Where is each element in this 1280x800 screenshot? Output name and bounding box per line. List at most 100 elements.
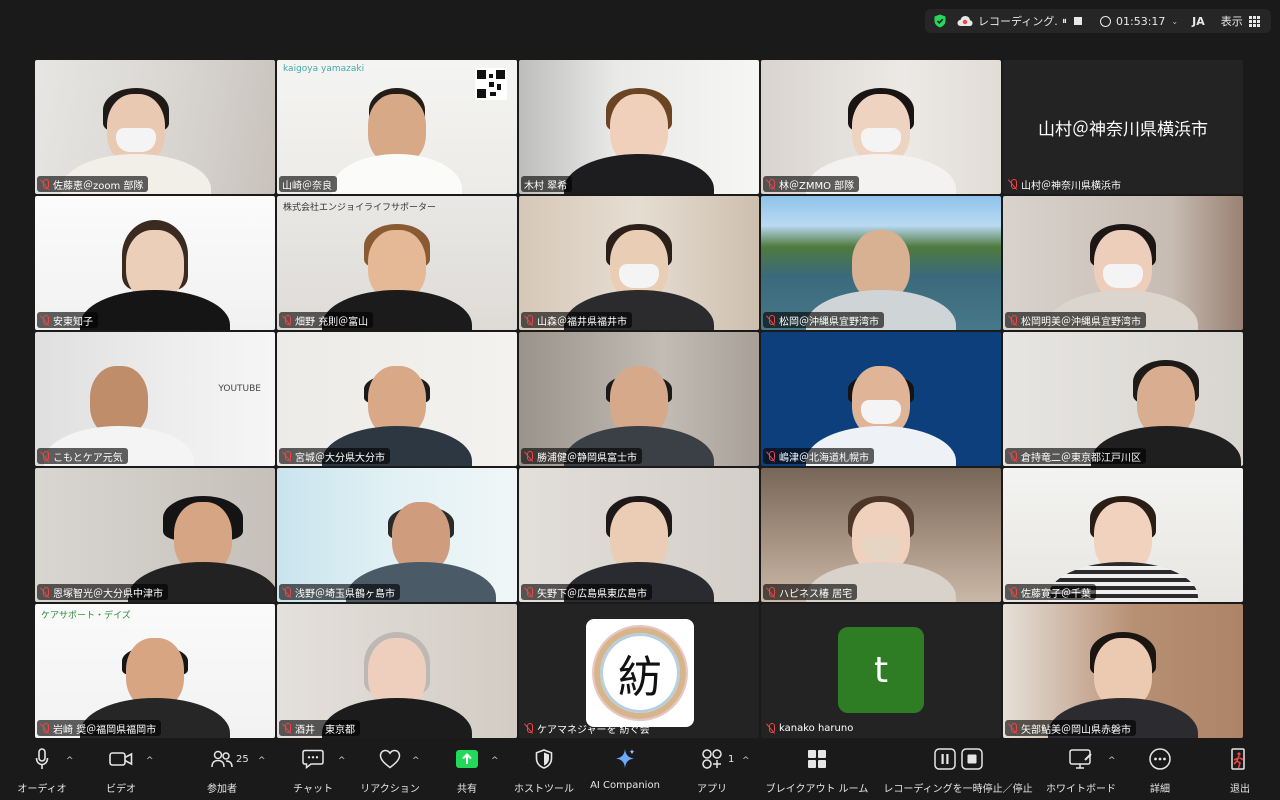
participant-tile[interactable]: 株式会社エンジョイライフサポーター 畑野 充則＠富山 (277, 196, 517, 330)
meeting-status-bar: レコーディング... ⏸ 01:53:17 ⌄ JA 表示 (0, 0, 1280, 40)
participant-tile[interactable]: 酒井 東京都 (277, 604, 517, 738)
participant-name-tag: 倉持竜二＠東京都江戸川区 (1005, 448, 1146, 464)
avatar: t (838, 627, 924, 713)
whiteboard-icon (1069, 749, 1092, 769)
participant-tile[interactable]: 松岡＠沖縄県宜野湾市 (761, 196, 1001, 330)
participant-name-tag: 矢野下＠広島県東広島市 (521, 584, 652, 600)
participant-tile-video-off[interactable]: t kanako haruno (761, 604, 1001, 738)
participant-name-tag: 宮城＠大分県大分市 (279, 448, 390, 464)
video-camera-icon (109, 752, 133, 766)
share-options-caret-icon[interactable]: ^ (491, 756, 499, 766)
participants-icon (211, 750, 233, 768)
recording-control-button[interactable]: レコーディングを一時停止／停止 (880, 744, 1036, 800)
audio-button[interactable]: オーディオ (14, 744, 70, 800)
mic-muted-icon (1008, 586, 1018, 598)
mic-muted-icon (1008, 722, 1018, 734)
participant-tile[interactable]: 矢野下＠広島県東広島市 (519, 468, 759, 602)
video-gallery: 佐藤恵＠zoom 部隊 kaigoya yamazaki 山崎＠奈良 木村 翠希… (35, 60, 1245, 740)
apps-options-caret-icon[interactable]: ^ (742, 756, 750, 766)
host-tools-button[interactable]: ホストツール (510, 744, 578, 800)
more-options-icon (1149, 748, 1171, 770)
participant-tile[interactable]: 宮城＠大分県大分市 (277, 332, 517, 466)
exit-door-icon (1231, 748, 1245, 770)
stop-recording-icon[interactable] (1074, 17, 1082, 25)
participant-name-tag: 矢部鮎美＠岡山県赤磐市 (1005, 720, 1136, 736)
ai-companion-button[interactable]: AI Companion (586, 744, 664, 800)
more-button[interactable]: 詳細 (1140, 744, 1180, 800)
mic-muted-icon (524, 586, 534, 598)
mic-muted-icon (40, 178, 50, 190)
participant-name-tag: 酒井 東京都 (279, 720, 360, 736)
mic-muted-icon (524, 722, 534, 734)
participant-name-tag: 浅野＠埼玉県鶴ヶ島市 (279, 584, 400, 600)
participant-tile[interactable]: ケアサポート・デイズ 岩崎 奨＠福岡県福岡市 (35, 604, 275, 738)
participant-tile[interactable]: ハピネス椿 居宅 (761, 468, 1001, 602)
participant-tile[interactable]: YOUTUBE こもとケア元気 (35, 332, 275, 466)
chat-button[interactable]: チャット (288, 744, 338, 800)
virtual-background-banner: 株式会社エンジョイライフサポーター (283, 203, 437, 213)
chat-bubble-icon (302, 749, 324, 769)
participant-display-name: 山村＠神奈川県横浜市 (1038, 120, 1208, 140)
clock-icon (1100, 15, 1111, 27)
participants-button[interactable]: 参加者 (196, 744, 248, 800)
participant-name-tag: 松岡明美＠沖縄県宜野湾市 (1005, 312, 1146, 328)
participant-tile[interactable]: 勝浦健＠静岡県富士市 (519, 332, 759, 466)
participant-name-tag: 勝浦健＠静岡県富士市 (521, 448, 642, 464)
profile-picture: 紡 (586, 619, 694, 727)
participant-name-tag: 恩塚智光＠大分県中津市 (37, 584, 168, 600)
encryption-shield-icon[interactable] (933, 14, 947, 28)
participant-name-tag: ケアマネジャーを 紡ぐ会 (521, 720, 655, 736)
mic-muted-icon (40, 450, 50, 462)
participant-tile[interactable]: 矢部鮎美＠岡山県赤磐市 (1003, 604, 1243, 738)
participant-tile-active-speaker[interactable]: kaigoya yamazaki 山崎＠奈良 (277, 60, 517, 194)
participant-tile-video-off[interactable]: 山村＠神奈川県横浜市 山村＠神奈川県横浜市 (1003, 60, 1243, 194)
participant-tile-video-off[interactable]: 紡 ケアマネジャーを 紡ぐ会 (519, 604, 759, 738)
whiteboard-options-caret-icon[interactable]: ^ (1108, 756, 1116, 766)
participant-tile[interactable]: 佐藤寛子＠千葉 (1003, 468, 1243, 602)
participant-tile[interactable]: 浅野＠埼玉県鶴ヶ島市 (277, 468, 517, 602)
participant-tile[interactable]: 山森＠福井県福井市 (519, 196, 759, 330)
pause-recording-icon[interactable]: ⏸ (1062, 16, 1067, 27)
meeting-toolbar: オーディオ ^ ビデオ ^ 参加者 25 ^ チャット ^ リアクション ^ 共… (0, 744, 1280, 800)
mic-muted-icon (282, 314, 292, 326)
language-indicator[interactable]: JA (1192, 15, 1205, 28)
participant-tile[interactable]: 林＠ZMMO 部隊 (761, 60, 1001, 194)
view-button[interactable]: 表示 (1221, 13, 1243, 29)
participant-tile[interactable]: 木村 翠希 (519, 60, 759, 194)
apps-button[interactable]: アプリ (692, 744, 732, 800)
participant-tile[interactable]: 倉持竜二＠東京都江戸川区 (1003, 332, 1243, 466)
mic-muted-icon (40, 586, 50, 598)
reactions-options-caret-icon[interactable]: ^ (412, 756, 420, 766)
video-button[interactable]: ビデオ (96, 744, 146, 800)
gallery-grid-icon[interactable] (1248, 15, 1260, 27)
recording-status-pill: レコーディング... ⏸ 01:53:17 ⌄ JA 表示 (925, 9, 1271, 33)
share-screen-button[interactable]: 共有 (444, 744, 490, 800)
participant-tile[interactable]: 佐藤恵＠zoom 部隊 (35, 60, 275, 194)
participant-tile[interactable]: 安東知子 (35, 196, 275, 330)
audio-options-caret-icon[interactable]: ^ (66, 756, 74, 766)
video-options-caret-icon[interactable]: ^ (146, 756, 154, 766)
organization-logo: 紡 (594, 627, 686, 719)
reactions-button[interactable]: リアクション (358, 744, 422, 800)
participant-tile[interactable]: 松岡明美＠沖縄県宜野湾市 (1003, 196, 1243, 330)
participant-name-tag: 岩崎 奨＠福岡県福岡市 (37, 720, 162, 736)
whiteboard-button[interactable]: ホワイトボード (1044, 744, 1118, 800)
chat-options-caret-icon[interactable]: ^ (338, 756, 346, 766)
breakout-rooms-icon (808, 750, 826, 768)
participant-name-tag: 佐藤恵＠zoom 部隊 (37, 176, 149, 192)
participants-options-caret-icon[interactable]: ^ (258, 756, 266, 766)
mic-muted-icon (766, 722, 776, 734)
participant-name-tag: 山村＠神奈川県横浜市 (1005, 176, 1126, 192)
participant-name-tag: こもとケア元気 (37, 448, 128, 464)
breakout-rooms-button[interactable]: ブレイクアウト ルーム (764, 744, 870, 800)
meeting-timer: 01:53:17 (1116, 14, 1166, 28)
shield-icon (535, 749, 553, 769)
recording-label: レコーディング... (978, 15, 1058, 28)
participant-tile[interactable]: 恩塚智光＠大分県中津市 (35, 468, 275, 602)
mic-muted-icon (1008, 178, 1018, 190)
participant-name-tag: 松岡＠沖縄県宜野湾市 (763, 312, 884, 328)
participant-tile[interactable]: 嶋津＠北海道札幌市 (761, 332, 1001, 466)
participant-name-tag: 山森＠福井県福井市 (521, 312, 632, 328)
leave-meeting-button[interactable]: 退出 (1210, 744, 1270, 800)
timer-chevron-down-icon[interactable]: ⌄ (1171, 17, 1178, 26)
